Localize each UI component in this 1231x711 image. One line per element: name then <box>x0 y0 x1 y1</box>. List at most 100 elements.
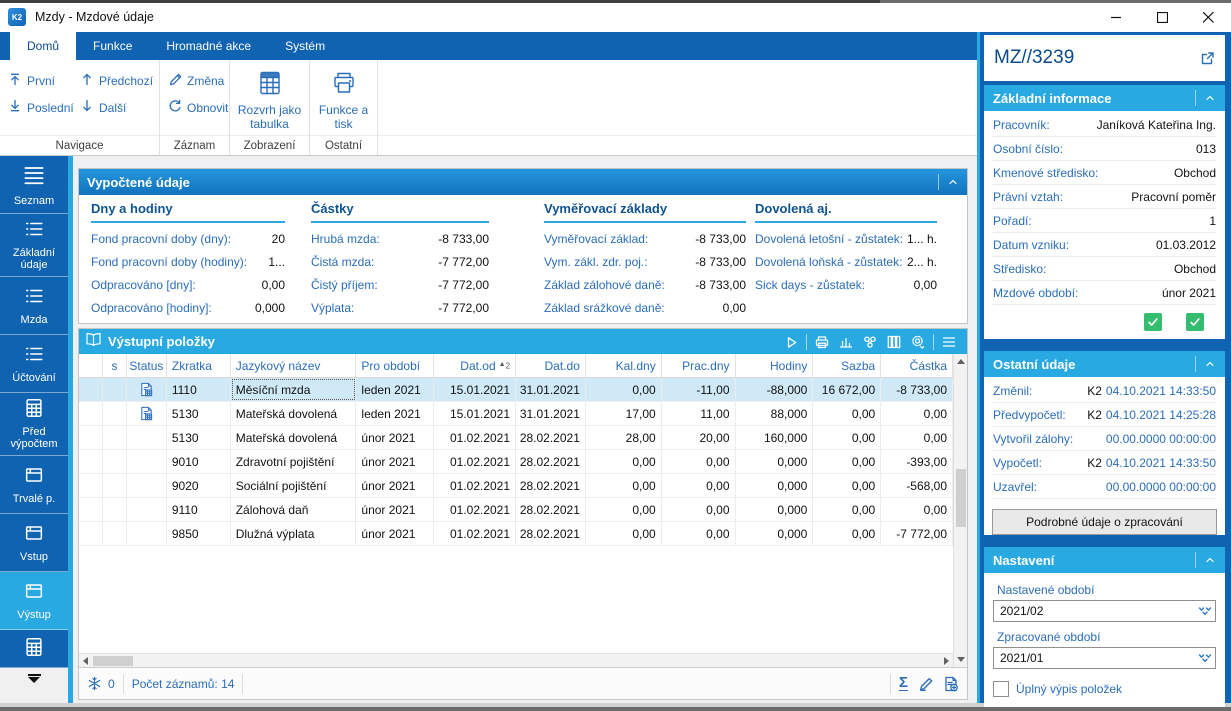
scroll-up-arrow[interactable] <box>957 359 965 364</box>
sidebar-item-před-výpočtem[interactable]: Před výpočtem <box>0 393 68 456</box>
previous-button[interactable]: Předchozí <box>76 70 157 91</box>
ribbon-group-label: Navigace <box>0 135 159 155</box>
column-header-zkratka[interactable]: Zkratka <box>167 354 231 377</box>
play-icon[interactable] <box>779 329 803 354</box>
green-checkbox[interactable] <box>1186 313 1204 331</box>
maximize-button[interactable] <box>1139 3 1185 31</box>
scroll-left-arrow[interactable] <box>83 657 88 665</box>
snowflake-icon[interactable] <box>87 676 102 691</box>
menu-icon[interactable] <box>937 329 961 354</box>
record-count: Počet záznamů: 14 <box>132 677 235 691</box>
computed-panel-header: Vypočtené údaje <box>79 169 967 195</box>
collapse-chevron-icon[interactable] <box>1195 356 1216 372</box>
processed-period-input[interactable] <box>993 647 1216 669</box>
table-row[interactable]: 9010Zdravotní pojištěníúnor 202101.02.20… <box>79 450 953 474</box>
add-document-icon[interactable] <box>943 676 959 692</box>
column-header-částka[interactable]: Částka <box>881 354 953 377</box>
vertical-scrollbar[interactable] <box>953 354 967 667</box>
grid-rows: 1110Měsíční mzdaleden 202115.01.202131.0… <box>79 378 953 546</box>
open-in-window-icon[interactable] <box>1200 51 1215 66</box>
next-button[interactable]: Další <box>76 97 157 118</box>
full-listing-checkbox[interactable] <box>993 681 1009 697</box>
gear-icon[interactable] <box>906 329 930 354</box>
set-period-input[interactable] <box>993 600 1216 622</box>
info-row: Kmenové středisko:Obchod <box>993 161 1216 185</box>
period-dropdown-icon[interactable] <box>1198 604 1212 623</box>
column-header-jazykový-název[interactable]: Jazykový název <box>231 354 357 377</box>
functions-and-print-button[interactable]: Funkce a tisk <box>314 64 373 135</box>
scroll-right-arrow[interactable] <box>944 657 949 665</box>
column-header-indicator[interactable] <box>79 354 103 377</box>
column-header-s[interactable]: s <box>103 354 127 377</box>
change-label: Změna <box>187 74 224 88</box>
sidebar-item-label: Trvalé p. <box>13 493 55 506</box>
first-button[interactable]: První <box>4 70 76 91</box>
horizontal-scroll-thumb[interactable] <box>93 656 133 666</box>
collapse-chevron-icon[interactable] <box>1195 90 1216 106</box>
edit-pencil-icon[interactable] <box>918 676 933 691</box>
sidebar-item-trvalé-p[interactable]: Trvalé p. <box>0 456 68 514</box>
period-dropdown-icon[interactable] <box>1198 651 1212 670</box>
processing-details-button[interactable]: Podrobné údaje o zpracování <box>992 509 1217 535</box>
tab-domů[interactable]: Domů <box>10 32 76 60</box>
print-icon[interactable] <box>810 329 834 354</box>
table-cell: 0,00 <box>586 498 662 521</box>
table-row[interactable]: 5130Mateřská dovolenáúnor 202101.02.2021… <box>79 426 953 450</box>
info-row-label: Středisko: <box>993 262 1046 276</box>
vertical-scroll-thumb[interactable] <box>956 469 966 527</box>
column-header-hodiny[interactable]: Hodiny <box>736 354 814 377</box>
sort-ascending-icon: ▲2 <box>499 361 510 370</box>
green-checkbox[interactable] <box>1144 313 1162 331</box>
last-button[interactable]: Poslední <box>4 97 76 118</box>
scroll-down-arrow[interactable] <box>957 657 965 662</box>
computed-row: Odpracováno [dny]:0,00 <box>91 278 285 292</box>
computed-section: Vyměřovací základyVyměřovací základ:-8 7… <box>544 201 746 315</box>
sidebar-item-vstup[interactable]: Vstup <box>0 514 68 572</box>
column-header-prac-dny[interactable]: Prac.dny <box>662 354 736 377</box>
table-cell <box>127 450 167 473</box>
sidebar-item-label: Mzda <box>21 314 48 327</box>
sum-icon[interactable]: Σ <box>899 676 908 691</box>
record-id: MZ//3239 <box>994 47 1074 69</box>
horizontal-scrollbar[interactable] <box>79 653 953 667</box>
column-header-dat-od[interactable]: Dat.od▲2 <box>434 354 516 377</box>
close-button[interactable] <box>1185 3 1231 31</box>
columns-icon[interactable] <box>882 329 906 354</box>
column-header-dat-do[interactable]: Dat.do <box>516 354 586 377</box>
column-header-pro-období[interactable]: Pro období <box>356 354 434 377</box>
table-row[interactable]: 5130Mateřská dovolenáleden 202115.01.202… <box>79 402 953 426</box>
table-cell: 9110 <box>167 498 231 521</box>
tab-systém[interactable]: Systém <box>268 32 342 60</box>
collapse-chevron-icon[interactable] <box>1195 552 1216 568</box>
refresh-button[interactable]: Obnovit <box>164 97 232 118</box>
layout-as-table-button[interactable]: Rozvrh jako tabulka <box>234 64 305 135</box>
collapse-chevron-icon[interactable] <box>938 174 959 190</box>
table-row[interactable]: 1110Měsíční mzdaleden 202115.01.202131.0… <box>79 378 953 402</box>
chevron-down-icon <box>28 677 40 683</box>
table-cell: 31.01.2021 <box>516 402 586 425</box>
tab-hromadné-akce[interactable]: Hromadné akce <box>149 32 268 60</box>
table-cell <box>79 474 103 497</box>
drawer-icon <box>23 464 45 490</box>
table-row[interactable]: 9020Sociální pojištěníúnor 202101.02.202… <box>79 474 953 498</box>
sidebar-item-základní-údaje[interactable]: Základní údaje <box>0 214 68 277</box>
sidebar-item-výstup[interactable]: Výstup <box>0 572 68 630</box>
chart-icon[interactable] <box>834 329 858 354</box>
title-bar: K2 Mzdy - Mzdové údaje <box>0 3 1231 32</box>
computed-row-value: 1... <box>268 255 285 269</box>
table-row[interactable]: 9850Dlužná výplataúnor 202101.02.202128.… <box>79 522 953 546</box>
tab-funkce[interactable]: Funkce <box>76 32 149 60</box>
computed-row-value: 0,00 <box>914 278 937 292</box>
column-header-sazba[interactable]: Sazba <box>813 354 881 377</box>
sidebar-item-calculator[interactable] <box>0 630 68 668</box>
minimize-button[interactable] <box>1093 3 1139 31</box>
column-header-kal-dny[interactable]: Kal.dny <box>586 354 662 377</box>
table-row[interactable]: 9110Zálohová daňúnor 202101.02.202128.02… <box>79 498 953 522</box>
cluster-icon[interactable] <box>858 329 882 354</box>
column-header-status[interactable]: Status <box>127 354 167 377</box>
sidebar-collapse-button[interactable] <box>0 668 68 703</box>
change-button[interactable]: Změna <box>164 70 232 91</box>
sidebar-item-účtování[interactable]: Účtování <box>0 335 68 393</box>
sidebar-item-mzda[interactable]: Mzda <box>0 277 68 335</box>
sidebar-item-seznam[interactable]: Seznam <box>0 156 68 214</box>
